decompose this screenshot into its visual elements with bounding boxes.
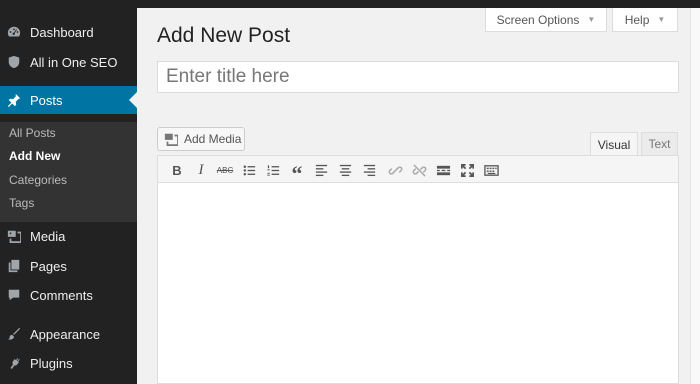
media-icon [7,229,21,243]
submenu-item-tags[interactable]: Tags [9,196,34,210]
sidebar-item-label: Media [30,228,66,244]
sidebar-item-label: Appearance [30,326,101,342]
page-title: Add New Post [157,24,291,47]
numbered-list-button[interactable] [264,161,282,179]
keyboard-icon [483,164,499,176]
link-icon [388,165,402,175]
sidebar-item-label: Comments [30,287,93,303]
sidebar-item-posts[interactable]: Posts [0,86,137,114]
brush-icon [7,327,21,341]
dashboard-icon [7,25,21,39]
media-icon [164,133,178,146]
tab-text[interactable]: Text [641,132,678,156]
align-right-button[interactable] [360,161,378,179]
admin-bar [0,0,700,8]
pages-icon [7,259,21,273]
sidebar-item-media[interactable]: Media [0,222,137,250]
align-center-icon [339,164,351,176]
align-right-icon [363,164,375,176]
bulleted-list-button[interactable] [240,161,258,179]
blockquote-button[interactable]: “ [288,161,306,185]
sidebar-item-pages[interactable]: Pages [0,252,137,280]
insert-more-button[interactable] [434,161,452,179]
submenu-item-add-new[interactable]: Add New [9,149,60,163]
insert-link-button[interactable] [386,161,404,179]
sidebar-item-comments[interactable]: Comments [0,281,137,309]
screen-options-button[interactable]: Screen Options ▼ [485,8,607,32]
submenu-item-categories[interactable]: Categories [9,173,67,187]
post-content-editor[interactable] [157,183,679,384]
sidebar-item-label: All in One SEO [30,54,118,70]
submenu-item-all-posts[interactable]: All Posts [9,126,56,140]
numbered-list-icon [266,164,279,176]
sidebar-item-all-in-one-seo[interactable]: All in One SEO [0,48,137,76]
right-scroll-strip [690,8,700,384]
posts-submenu: All Posts Add New Categories Tags [0,122,137,222]
sidebar-item-appearance[interactable]: Appearance [0,320,137,348]
admin-sidebar: Dashboard All in One SEO Posts All Posts… [0,8,137,384]
comment-icon [7,288,21,302]
sidebar-item-label: Posts [30,92,63,108]
help-button[interactable]: Help ▼ [612,8,678,32]
fullscreen-icon [460,163,474,177]
bold-button[interactable]: B [168,161,186,179]
tab-visual[interactable]: Visual [590,132,638,156]
screen-options-label: Screen Options [496,12,580,27]
help-label: Help [624,12,650,27]
caret-down-icon: ▼ [657,15,666,24]
sidebar-item-dashboard[interactable]: Dashboard [0,18,137,46]
sidebar-item-label: Plugins [30,355,73,371]
bulleted-list-icon [243,165,255,175]
align-left-button[interactable] [312,161,330,179]
sidebar-item-label: Pages [30,258,67,274]
add-media-button[interactable]: Add Media [157,127,245,151]
toolbar-toggle-button[interactable] [482,161,500,179]
align-left-icon [315,164,327,176]
italic-button[interactable]: I [192,161,210,179]
sidebar-item-label: Dashboard [30,24,94,40]
fullscreen-button[interactable] [458,161,476,179]
post-title-input[interactable] [157,61,679,93]
strikethrough-button[interactable]: ABC [216,161,234,179]
sidebar-item-plugins[interactable]: Plugins [0,349,137,377]
read-more-icon [436,165,450,175]
plug-icon [7,356,21,370]
shield-icon [7,55,21,69]
pin-icon [7,93,21,107]
editor-toolbar: B I ABC “ [157,155,679,185]
add-media-label: Add Media [184,132,242,146]
unlink-icon [412,163,426,177]
caret-down-icon: ▼ [587,15,596,24]
remove-link-button[interactable] [410,161,428,179]
align-center-button[interactable] [336,161,354,179]
